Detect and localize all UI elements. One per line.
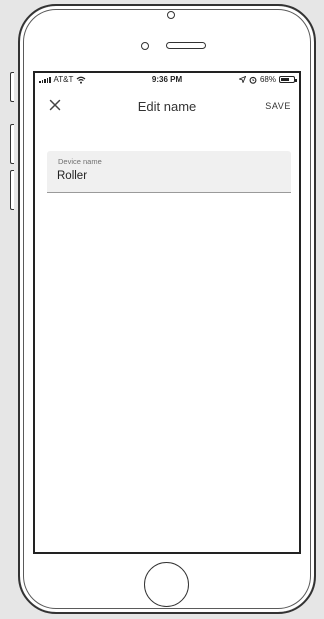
device-name-input[interactable]: [57, 170, 257, 182]
front-camera-icon: [141, 42, 149, 50]
status-bar: AT&T 9:36 PM 68%: [35, 73, 299, 89]
home-button[interactable]: [144, 562, 189, 607]
battery-percent: 68%: [259, 75, 276, 84]
device-name-label: Device name: [58, 157, 102, 166]
app-bar: Edit name SAVE: [35, 89, 299, 125]
device-name-field[interactable]: Device name: [47, 151, 291, 193]
volume-up-button: [10, 124, 14, 164]
speaker-grille: [166, 42, 206, 49]
page-title: Edit name: [137, 99, 197, 114]
battery-icon: [279, 76, 297, 83]
location-icon: [238, 76, 246, 83]
camera-icon: [167, 11, 175, 19]
alarm-icon: [249, 76, 257, 84]
save-button[interactable]: SAVE: [265, 101, 291, 111]
phone-screen: AT&T 9:36 PM 68% Edit name SAVE Device n…: [33, 71, 301, 554]
status-right: 68%: [238, 75, 297, 84]
mute-switch: [10, 72, 14, 102]
stage: AT&T 9:36 PM 68% Edit name SAVE Device n…: [0, 0, 324, 619]
battery-fill: [281, 78, 289, 81]
volume-down-button: [10, 170, 14, 210]
